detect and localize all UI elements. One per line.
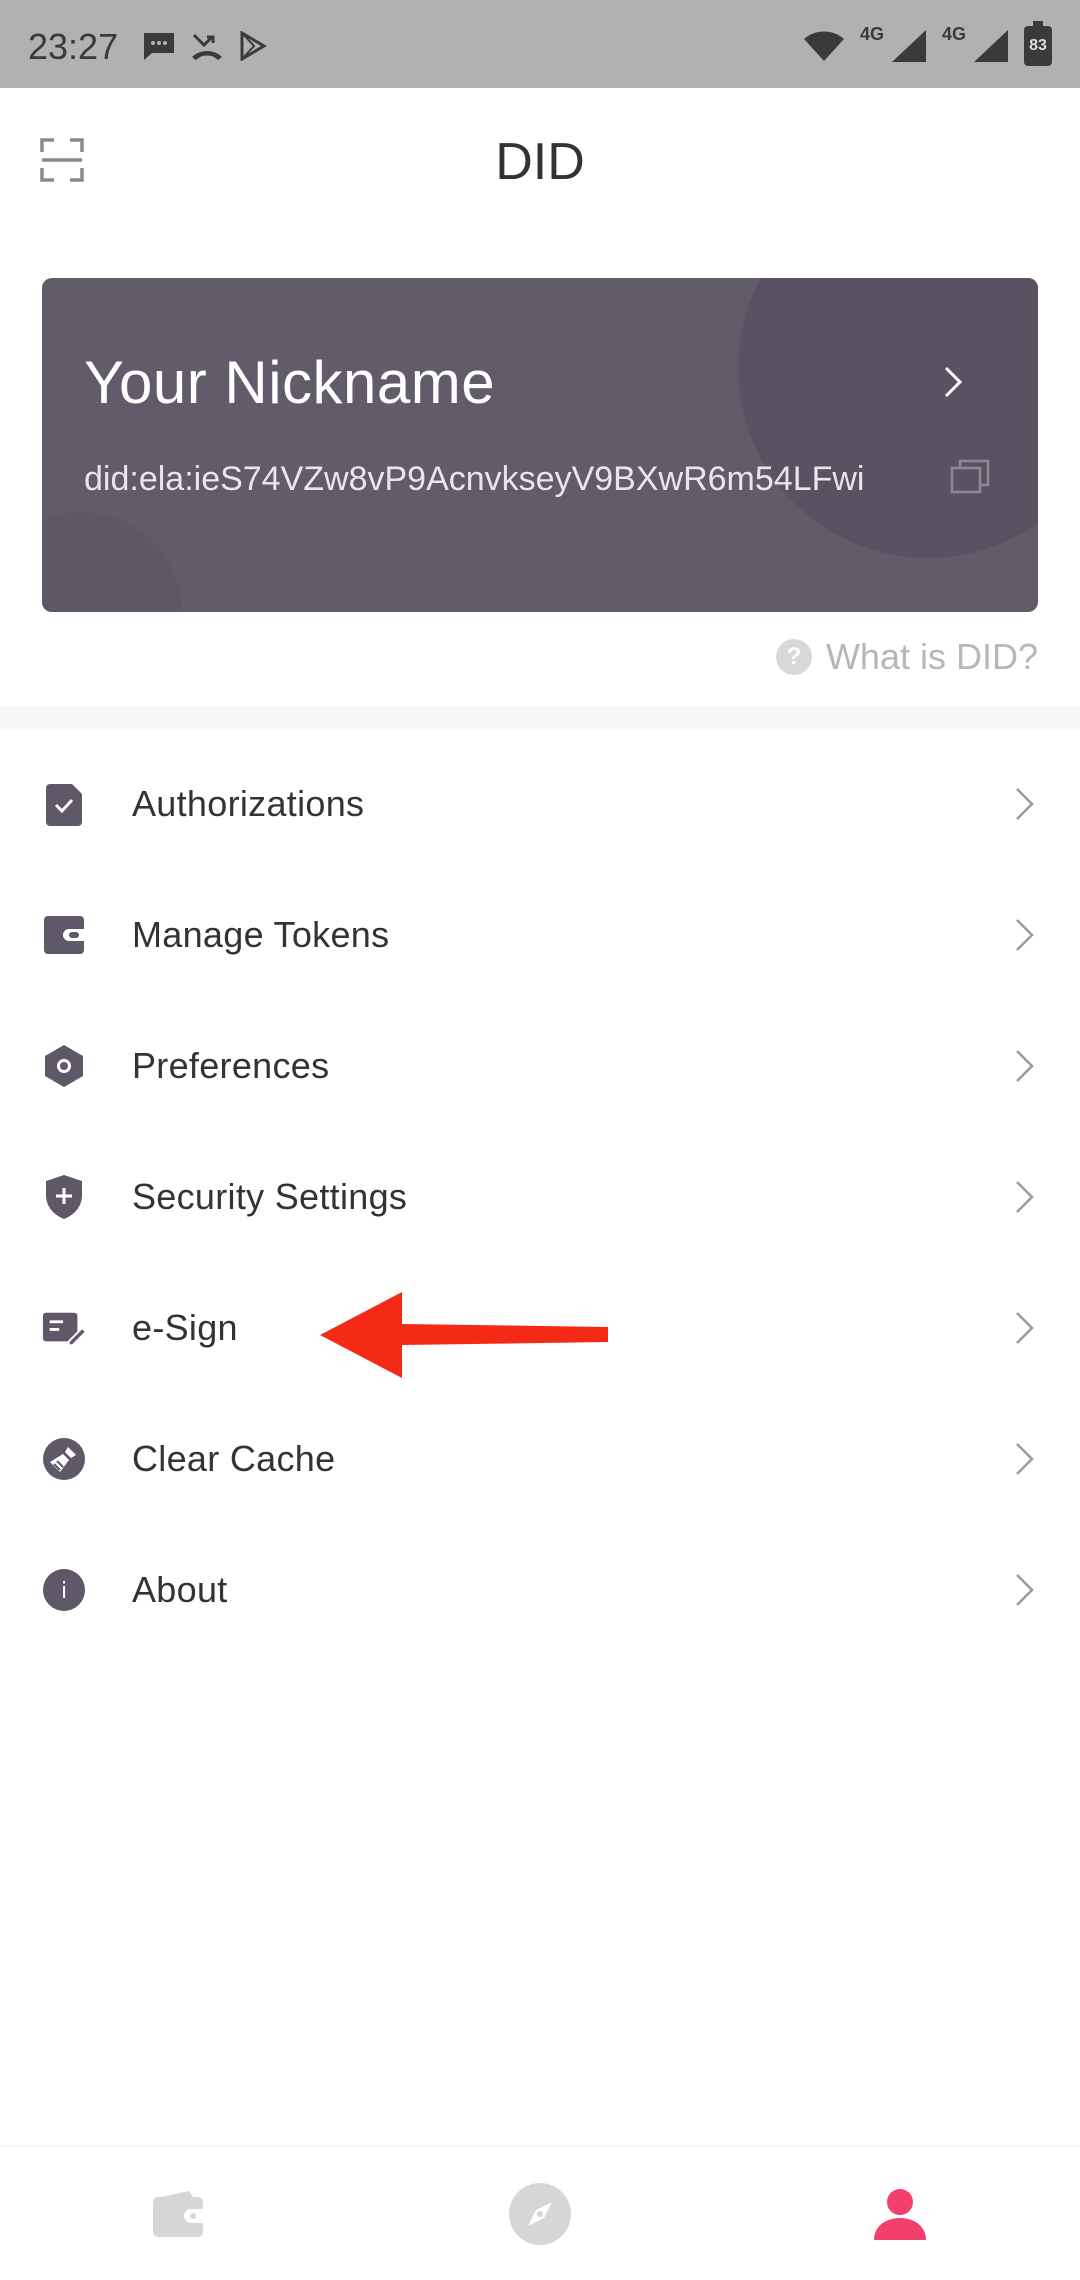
nickname: Your Nickname	[84, 349, 496, 416]
page-title: DID	[495, 133, 585, 191]
section-divider	[0, 706, 1080, 730]
chevron-right-icon[interactable]	[938, 364, 968, 400]
menu-item-about[interactable]: i About	[0, 1524, 1080, 1655]
menu-label: Authorizations	[132, 782, 365, 824]
card-decoration	[42, 512, 182, 612]
play-store-icon	[240, 31, 268, 61]
status-bar: 23:27 4G 4G 83	[0, 0, 1080, 88]
battery-level: 83	[1029, 37, 1047, 54]
chevron-right-icon	[1016, 1442, 1034, 1475]
chevron-right-icon	[1016, 1049, 1034, 1082]
copy-icon[interactable]	[950, 458, 990, 494]
battery-icon: 83	[1024, 21, 1052, 66]
menu-item-manage-tokens[interactable]: Manage Tokens	[0, 869, 1080, 1000]
menu-label: Clear Cache	[132, 1437, 336, 1479]
menu-label: Preferences	[132, 1044, 330, 1086]
chevron-right-icon	[1016, 918, 1034, 951]
what-is-did-link[interactable]: ? What is DID?	[775, 636, 1038, 678]
sign-pen-icon	[42, 1306, 86, 1350]
broom-icon	[42, 1437, 86, 1481]
menu-label: About	[132, 1568, 228, 1610]
signal-icon-1	[891, 30, 926, 62]
tab-wallet[interactable]	[0, 2147, 360, 2280]
did-card[interactable]: Your Nickname did:ela:ieS74VZw8vP9Acnvks…	[42, 278, 1038, 612]
network-type-2: 4G	[941, 23, 966, 44]
person-icon	[874, 2188, 926, 2240]
wallet-tab-icon	[153, 2190, 207, 2237]
missed-call-icon	[192, 33, 223, 60]
what-is-did-label: What is DID?	[825, 636, 1038, 677]
menu-label: Security Settings	[132, 1175, 408, 1217]
network-type-1: 4G	[859, 23, 884, 44]
authorization-check-icon	[42, 782, 86, 826]
bottom-nav	[0, 2146, 1080, 2280]
compass-icon	[509, 2182, 571, 2245]
status-time: 23:27	[28, 26, 119, 67]
signal-icon-2	[974, 30, 1008, 62]
chevron-right-icon	[1016, 1573, 1034, 1606]
hexagon-settings-icon	[42, 1044, 86, 1088]
settings-menu: Authorizations Manage Tokens Preferences…	[0, 738, 1080, 1655]
question-icon: ?	[775, 639, 812, 675]
wallet-icon	[42, 913, 86, 957]
menu-item-preferences[interactable]: Preferences	[0, 1000, 1080, 1131]
wifi-icon	[803, 31, 844, 61]
tab-explore[interactable]	[360, 2147, 720, 2280]
menu-item-clear-cache[interactable]: Clear Cache	[0, 1393, 1080, 1524]
card-decoration	[738, 278, 1038, 558]
header: DID	[0, 88, 1080, 238]
info-icon: i	[42, 1568, 86, 1612]
chevron-right-icon	[1016, 1311, 1034, 1344]
did-identifier: did:ela:ieS74VZw8vP9AcnvkseyV9BXwR6m54LF…	[84, 460, 865, 498]
tab-profile[interactable]	[720, 2147, 1080, 2280]
info-glyph: i	[61, 1579, 67, 1604]
menu-label: Manage Tokens	[132, 913, 390, 955]
chevron-right-icon	[1016, 787, 1034, 820]
menu-item-security-settings[interactable]: Security Settings	[0, 1131, 1080, 1262]
message-icon	[144, 33, 175, 60]
shield-plus-icon	[42, 1174, 86, 1219]
menu-label: e-Sign	[132, 1306, 238, 1348]
annotation-arrow-icon	[320, 1292, 608, 1378]
menu-item-authorizations[interactable]: Authorizations	[0, 738, 1080, 869]
chevron-right-icon	[1016, 1180, 1034, 1213]
